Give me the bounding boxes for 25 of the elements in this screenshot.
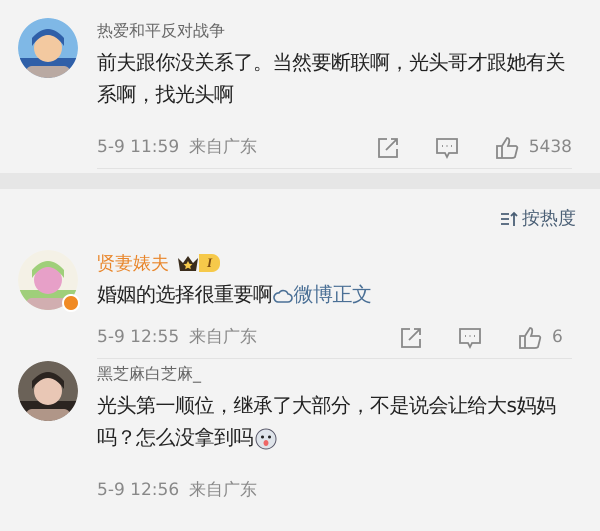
- comment-location: 来自广东: [189, 326, 258, 350]
- cloud-icon: [272, 288, 292, 304]
- member-badge: I: [177, 252, 220, 274]
- crown-icon: [177, 254, 199, 272]
- thumbs-up-icon[interactable]: [518, 326, 542, 350]
- share-icon[interactable]: [376, 137, 399, 159]
- comment-location: 来自广东: [189, 479, 258, 502]
- comment-icon[interactable]: [434, 137, 459, 159]
- sort-toggle[interactable]: 按热度: [500, 205, 576, 232]
- comment-time: 5-9 12:56: [97, 479, 180, 502]
- comment-location: 来自广东: [189, 136, 258, 160]
- comment-text: 前夫跟你没关系了。当然要断联啊，光头哥才跟她有关系啊，找光头啊: [97, 49, 566, 108]
- username[interactable]: 黑芝麻白芝麻_: [97, 362, 201, 386]
- like-count: 5438: [528, 136, 572, 160]
- comment-icon[interactable]: [458, 327, 482, 349]
- share-icon[interactable]: [400, 327, 422, 349]
- comment-time: 5-9 11:59: [97, 136, 180, 160]
- sort-icon: [500, 210, 518, 226]
- comment-text: 婚姻的选择很重要啊 微博正文: [97, 281, 372, 308]
- weibo-link[interactable]: 微博正文: [272, 282, 372, 306]
- comment-time: 5-9 12:55: [97, 326, 180, 350]
- comment-text: 光头第一顺位，继承了大部分，不是说会让给大s妈妈吗？怎么没拿到吗: [97, 392, 556, 452]
- username[interactable]: 热爱和平反对战争: [97, 19, 225, 43]
- thumbs-up-icon[interactable]: [494, 136, 519, 160]
- like-count: 6: [552, 326, 564, 350]
